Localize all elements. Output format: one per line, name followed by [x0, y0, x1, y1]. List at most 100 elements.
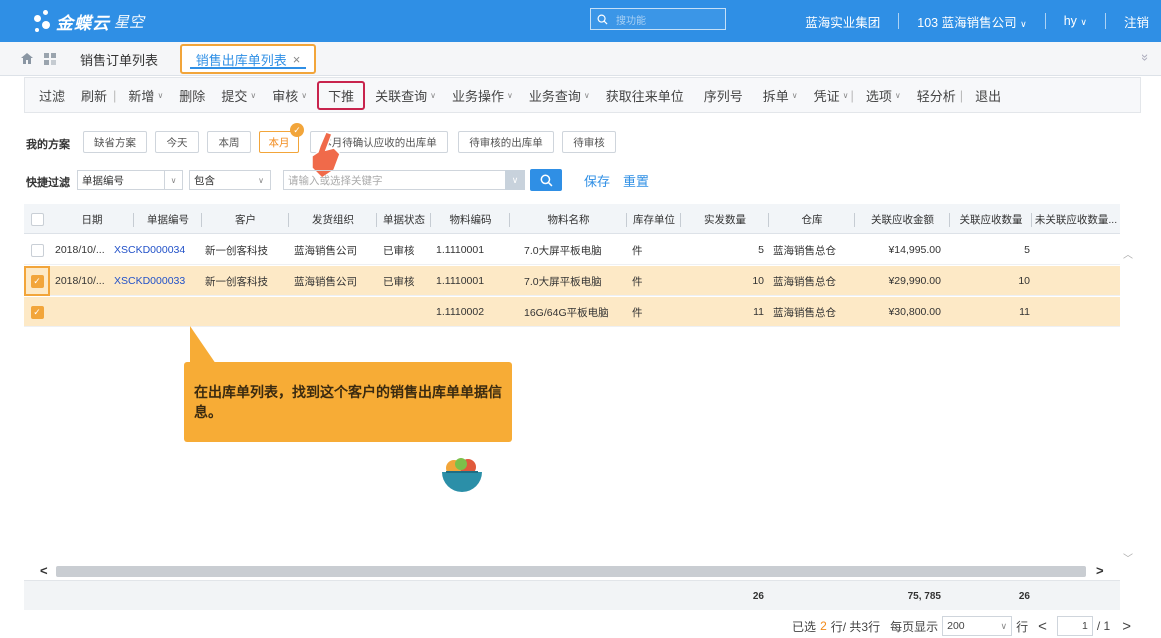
col-customer[interactable]: 客户 [202, 204, 289, 234]
tab-sales-outbound-list[interactable]: 销售出库单列表 × [180, 44, 316, 74]
row-checkbox[interactable]: ✓ [30, 305, 44, 319]
summary-row: 26 75, 785 26 [24, 580, 1120, 610]
linked-query-button[interactable]: 关联查询 ∨ [375, 86, 436, 105]
search-button[interactable] [530, 169, 562, 191]
keyword-input[interactable]: 请输入或选择关键字 [283, 170, 525, 190]
cell-bill-no-link[interactable]: XSCKD000033 [114, 266, 185, 296]
col-org[interactable]: 发货组织 [289, 204, 377, 234]
col-warehouse[interactable]: 仓库 [769, 204, 855, 234]
chevron-up-icon[interactable]: ︿ [1123, 246, 1133, 261]
table-row[interactable]: ✓ 2018/10/... XSCKD000033 新一创客科技 蓝海销售公司 … [24, 266, 1120, 296]
org-selector[interactable]: 蓝海实业集团 [805, 12, 880, 31]
horizontal-scrollbar[interactable]: < > [36, 563, 1120, 579]
cell-material-name: 7.0大屏平板电脑 [524, 275, 602, 288]
home-icon[interactable] [20, 52, 34, 65]
cell-unit: 件 [632, 306, 643, 319]
refresh-button[interactable]: 刷新 [81, 86, 107, 105]
light-analysis-button[interactable]: 轻分析 [917, 86, 956, 105]
function-search-input[interactable]: 搜功能 [590, 8, 726, 30]
business-ops-button[interactable]: 业务操作 ∨ [452, 86, 513, 105]
total-linked-qty: 26 [1018, 590, 1030, 602]
user-menu[interactable]: hy ∨ [1064, 14, 1087, 28]
logout-link[interactable]: 注销 [1124, 12, 1149, 31]
company-selector[interactable]: 103 蓝海销售公司 ∨ [917, 12, 1026, 31]
total-pages: / 1 [1096, 619, 1111, 633]
cell-material-name: 7.0大屏平板电脑 [524, 244, 602, 257]
chevron-left-icon[interactable]: < [40, 563, 48, 578]
scroll-thumb[interactable] [56, 566, 1086, 577]
logo: 金蝶云 星空 [30, 8, 144, 34]
audit-button[interactable]: 审核 ∨ [272, 86, 307, 105]
voucher-button[interactable]: 凭证 ∨ [814, 86, 849, 105]
row-count-label: 行/ 共3行 [830, 619, 881, 634]
bowl-icon [442, 458, 482, 492]
cell-warehouse: 蓝海销售总仓 [773, 275, 836, 288]
scheme-today[interactable]: 今天 [155, 131, 199, 153]
tab-sales-order-list[interactable]: 销售订单列表 [80, 50, 158, 69]
table-row[interactable]: 2018/10/... XSCKD000034 新一创客科技 蓝海销售公司 已审… [24, 235, 1120, 265]
scheme-label: 我的方案 [26, 139, 70, 151]
col-material-code[interactable]: 物料编码 [431, 204, 510, 234]
brand-sub: 星空 [114, 13, 145, 31]
cell-qty: 5 [758, 244, 764, 256]
total-amount: 75, 785 [907, 590, 941, 602]
save-filter-link[interactable]: 保存 [584, 171, 610, 190]
cell-org: 蓝海销售公司 [294, 244, 357, 257]
collapse-icon[interactable]: » [1138, 54, 1153, 61]
col-status[interactable]: 单据状态 [377, 204, 431, 234]
reset-filter-link[interactable]: 重置 [623, 171, 649, 190]
chevron-down-icon: ∨ [164, 171, 182, 189]
delete-button[interactable]: 删除 [179, 86, 205, 105]
chevron-down-icon[interactable]: ﹀ [1123, 550, 1133, 565]
apps-grid-icon[interactable] [44, 53, 56, 65]
add-button[interactable]: 新增 ∨ [128, 86, 163, 105]
options-button[interactable]: 选项 ∨ [866, 86, 901, 105]
quick-filter-label: 快捷过滤 [26, 177, 70, 189]
split-button[interactable]: 拆单 ∨ [763, 86, 798, 105]
per-page-select[interactable]: 200 ∨ [942, 616, 1013, 636]
cell-qty: 11 [753, 306, 764, 318]
cell-customer: 新一创客科技 [205, 275, 268, 288]
submit-button[interactable]: 提交 ∨ [221, 86, 256, 105]
col-amount[interactable]: 关联应收金额 [855, 204, 950, 234]
cell-unit: 件 [632, 244, 643, 257]
grid-header: 日期 单据编号 客户 发货组织 单据状态 物料编码 物料名称 库存单位 实发数量… [24, 204, 1120, 234]
col-date[interactable]: 日期 [50, 204, 134, 234]
filter-button[interactable]: 过滤 [39, 86, 65, 105]
cell-material-code: 1.1110002 [436, 306, 485, 318]
prev-page-icon[interactable]: < [1038, 618, 1047, 635]
serial-number-button[interactable]: 序列号 [704, 86, 743, 105]
cell-bill-no-link[interactable]: XSCKD000034 [114, 235, 185, 265]
tutorial-callout: 在出库单列表，找到这个客户的销售出库单单据信息。 [184, 362, 512, 442]
per-page-label: 每页显示 [890, 619, 939, 634]
push-down-button[interactable]: 下推 [317, 80, 366, 110]
filter-field-select[interactable]: 单据编号 ∨ [77, 170, 183, 190]
exit-button[interactable]: 退出 [975, 86, 1001, 105]
scheme-pending-audit[interactable]: 待审核 [562, 131, 616, 153]
next-page-icon[interactable]: > [1122, 618, 1131, 635]
col-material-name[interactable]: 物料名称 [510, 204, 627, 234]
col-linked-qty[interactable]: 关联应收数量 [950, 204, 1032, 234]
page-input[interactable]: 1 [1056, 616, 1093, 636]
col-unit[interactable]: 库存单位 [627, 204, 681, 234]
check-badge-icon: ✓ [290, 123, 304, 137]
table-row[interactable]: ✓ 1.1110002 16G/64G平板电脑 件 11 蓝海销售总仓 ¥30,… [24, 297, 1120, 327]
business-query-button[interactable]: 业务查询 ∨ [529, 86, 590, 105]
scheme-this-week[interactable]: 本周 [207, 131, 251, 153]
scheme-default[interactable]: 缺省方案 [83, 131, 147, 153]
row-checkbox[interactable] [30, 243, 44, 257]
search-placeholder: 搜功能 [616, 15, 646, 27]
keyword-dropdown-icon[interactable]: ∨ [505, 170, 525, 190]
vertical-scrollbar[interactable]: ︿ ﹀ [1120, 234, 1136, 574]
filter-operator-select[interactable]: 包含 ∨ [189, 170, 271, 190]
col-unlinked-qty[interactable]: 未关联应收数量... [1032, 204, 1120, 234]
col-bill-no[interactable]: 单据编号 [134, 204, 202, 234]
scheme-pending-audit-outbound[interactable]: 待审核的出库单 [458, 131, 554, 153]
col-qty[interactable]: 实发数量 [681, 204, 769, 234]
chevron-right-icon[interactable]: > [1096, 563, 1104, 578]
select-all-checkbox[interactable] [30, 212, 44, 226]
close-icon[interactable]: × [293, 52, 301, 67]
get-partner-button[interactable]: 获取往来单位 [606, 86, 684, 105]
brand-name: 金蝶云 [56, 13, 110, 33]
total-qty: 26 [752, 590, 764, 602]
